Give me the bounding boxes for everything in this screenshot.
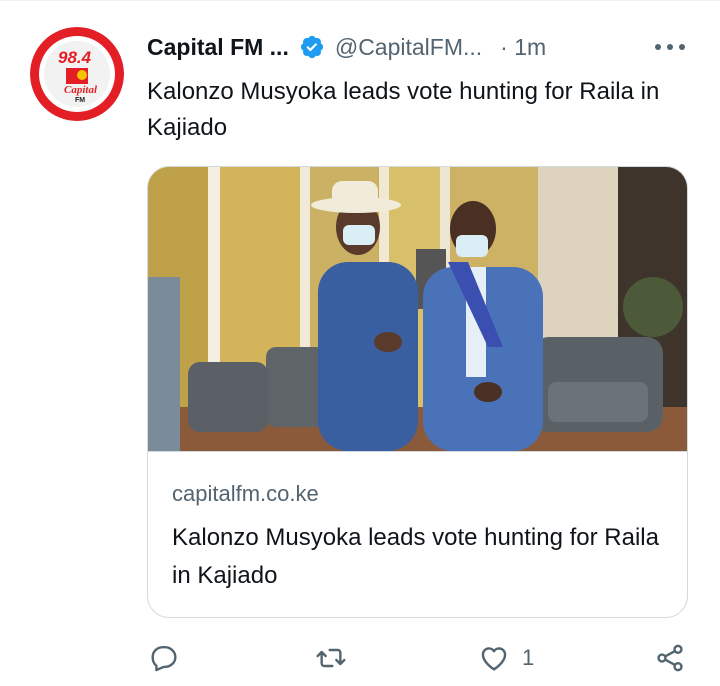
reply-icon (148, 642, 180, 674)
verified-badge-icon (299, 34, 325, 60)
author-name[interactable]: Capital FM ... (147, 34, 289, 61)
tweet-header: Capital FM ... @CapitalFM... · 1m (147, 30, 546, 64)
divider (0, 0, 720, 1)
card-title: Kalonzo Musyoka leads vote hunting for R… (172, 524, 659, 589)
tweet-text: Kalonzo Musyoka leads vote hunting for R… (147, 78, 660, 141)
capital-fm-logo: 98.4 Capital FM (30, 27, 124, 121)
reply-button[interactable] (148, 640, 180, 676)
like-count: 1 (522, 645, 535, 670)
retweet-icon (314, 642, 348, 674)
share-button[interactable] (654, 640, 686, 676)
card-domain: capitalfm.co.ke (172, 481, 319, 506)
like-icon (478, 642, 510, 674)
avatar[interactable]: 98.4 Capital FM (30, 27, 124, 121)
author-handle[interactable]: @CapitalFM... (335, 34, 482, 61)
tweet-timestamp[interactable]: · 1m (500, 34, 546, 61)
svg-text:Capital: Capital (64, 84, 98, 96)
link-card[interactable]: capitalfm.co.ke Kalonzo Musyoka leads vo… (147, 166, 688, 618)
retweet-button[interactable] (314, 640, 348, 676)
svg-text:FM: FM (75, 97, 85, 104)
card-image[interactable] (148, 167, 687, 452)
share-icon (654, 642, 686, 674)
svg-text:98.4: 98.4 (58, 48, 92, 67)
more-icon[interactable] (652, 34, 688, 60)
like-button[interactable]: 1 (478, 640, 534, 676)
